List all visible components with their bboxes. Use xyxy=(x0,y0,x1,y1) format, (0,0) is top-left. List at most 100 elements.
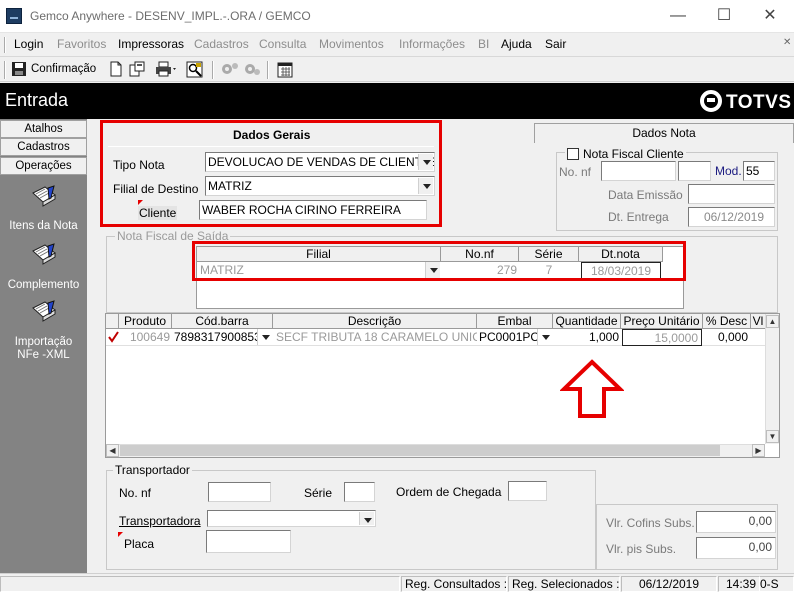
cell-embal[interactable]: PC0001PC xyxy=(477,329,553,346)
chevron-down-icon xyxy=(359,512,374,525)
sidebar-tab-cadastros[interactable]: Cadastros xyxy=(0,138,87,156)
cell-descricao[interactable]: SECF TRIBUTA 18 CARAMELO UNICO xyxy=(273,329,477,346)
status-time: 14:39 xyxy=(718,576,760,592)
no-nf-label: No. nf xyxy=(559,165,592,179)
scroll-left-icon[interactable]: ◀ xyxy=(106,444,119,457)
close-button[interactable]: ✕ xyxy=(747,0,793,32)
print-icon[interactable] xyxy=(155,61,177,78)
menu-sair[interactable]: Sair xyxy=(545,37,566,51)
placa-field[interactable] xyxy=(206,530,291,553)
maximize-button[interactable]: ☐ xyxy=(701,0,747,32)
gears-disabled-icon-2 xyxy=(243,61,261,78)
menu-cadastros[interactable]: Cadastros xyxy=(194,37,249,51)
tipo-nota-select[interactable]: DEVOLUCAO DE VENDAS DE CLIENTES xyxy=(205,152,435,172)
ordem-chegada-field[interactable] xyxy=(508,481,547,501)
items-header-cod-barra: Cód.barra xyxy=(172,314,273,329)
status-bar: Reg. Consultados : 1 Reg. Selecionados :… xyxy=(0,573,794,592)
chevron-down-icon xyxy=(418,154,433,170)
nf-cliente-group-title: Nota Fiscal Cliente xyxy=(565,147,686,161)
menu-login[interactable]: Login xyxy=(14,37,43,51)
title-bar: Gemco Anywhere - DESENV_IMPL.-.ORA / GEM… xyxy=(0,0,794,33)
required-marker xyxy=(138,200,143,205)
new-document-icon[interactable] xyxy=(108,61,126,78)
copy-document-icon[interactable] xyxy=(128,61,146,78)
header-band: Entrada TOTVS xyxy=(0,83,794,119)
document-pen-icon xyxy=(30,185,58,213)
transp-serie-field[interactable] xyxy=(344,482,375,502)
menu-bar: Login Favoritos Impressoras Cadastros Co… xyxy=(0,33,794,57)
menu-consulta[interactable]: Consulta xyxy=(259,37,306,51)
cell-cod-barra[interactable]: 7898317900853 xyxy=(172,329,273,346)
main-panel: Dados Nota Dados Gerais Tipo Nota DEVOLU… xyxy=(88,119,794,573)
transportadora-label[interactable]: Transportadora xyxy=(119,514,201,528)
status-selecionados: Reg. Selecionados : 1 xyxy=(508,576,620,592)
sidebar-item-itens-da-nota[interactable]: Itens da Nota xyxy=(0,185,87,235)
status-message xyxy=(0,576,400,592)
cell-desc[interactable]: 0,000 xyxy=(703,329,751,346)
filial-destino-label: Filial de Destino xyxy=(113,182,199,196)
scroll-thumb[interactable] xyxy=(120,445,720,456)
tab-dados-nota[interactable]: Dados Nota xyxy=(534,123,794,143)
row-edit-icon xyxy=(108,331,119,344)
menu-close-icon[interactable]: ✕ xyxy=(783,37,791,51)
menu-ajuda[interactable]: Ajuda xyxy=(501,37,532,51)
status-consultados: Reg. Consultados : 1 xyxy=(401,576,507,592)
items-header-descricao: Descrição xyxy=(273,314,477,329)
items-header-embal: Embal xyxy=(477,314,553,329)
scroll-right-icon[interactable]: ▶ xyxy=(752,444,765,457)
toolbar: Confirmação xyxy=(0,58,794,82)
scroll-down-icon[interactable]: ▼ xyxy=(766,430,779,443)
save-icon[interactable] xyxy=(11,61,29,78)
no-nf-field[interactable] xyxy=(601,161,676,181)
tab-dados-gerais[interactable]: Dados Gerais xyxy=(233,128,310,142)
sidebar-item-complemento[interactable]: Complemento xyxy=(0,243,87,293)
dt-entrega-label: Dt. Entrega xyxy=(608,210,669,224)
cell-produto[interactable]: 100649 xyxy=(119,329,172,346)
dt-entrega-field[interactable]: 06/12/2019 xyxy=(688,207,775,227)
mod-field[interactable]: 55 xyxy=(743,161,775,181)
menu-bi[interactable]: BI xyxy=(478,37,489,51)
cliente-label[interactable]: Cliente xyxy=(138,206,178,220)
app-icon xyxy=(6,8,22,24)
tipo-nota-label: Tipo Nota xyxy=(113,158,165,172)
data-emissao-field[interactable] xyxy=(688,184,775,204)
menu-movimentos[interactable]: Movimentos xyxy=(319,37,384,51)
sidebar-tab-operacoes[interactable]: Operações xyxy=(0,157,87,175)
cliente-field[interactable]: WABER ROCHA CIRINO FERREIRA xyxy=(199,200,427,220)
menu-impressoras[interactable]: Impressoras xyxy=(118,37,184,51)
minimize-button[interactable]: — xyxy=(655,0,701,32)
cell-quantidade[interactable]: 1,000 xyxy=(553,329,621,346)
totvs-logo-icon xyxy=(700,90,722,112)
menu-informacoes[interactable]: Informações xyxy=(399,37,465,51)
items-header-preco: Preço Unitário xyxy=(621,314,703,329)
nf-saida-highlight xyxy=(192,241,686,281)
totvs-logo: TOTVS xyxy=(700,90,792,114)
menu-favoritos[interactable]: Favoritos xyxy=(57,37,106,51)
screen-title: Entrada xyxy=(5,90,69,110)
transportadora-select[interactable] xyxy=(207,510,376,527)
search-icon[interactable] xyxy=(186,61,204,78)
calendar-icon[interactable] xyxy=(277,61,295,78)
confirm-button[interactable]: Confirmação xyxy=(31,63,96,75)
pis-field[interactable]: 0,00 xyxy=(696,537,776,559)
cell-preco-unitario[interactable]: 15,0000 xyxy=(622,329,702,346)
chevron-down-icon xyxy=(537,329,552,345)
mod-label: Mod. xyxy=(715,164,742,178)
sidebar-tab-atalhos[interactable]: Atalhos xyxy=(0,120,87,138)
required-marker xyxy=(118,532,123,537)
no-nf-extra-field[interactable] xyxy=(678,161,711,181)
transp-no-nf-field[interactable] xyxy=(208,482,271,502)
scroll-up-icon[interactable]: ▲ xyxy=(766,315,779,328)
chevron-down-icon xyxy=(418,178,433,194)
transp-serie-label: Série xyxy=(304,486,333,500)
nf-cliente-checkbox[interactable] xyxy=(567,148,579,160)
sidebar-item-importacao-nfe[interactable]: Importação NFe -XML xyxy=(0,300,87,362)
filial-destino-select[interactable]: MATRIZ xyxy=(205,176,435,196)
cofins-field[interactable]: 0,00 xyxy=(696,511,776,533)
items-vertical-scrollbar[interactable] xyxy=(765,314,779,444)
red-arrow-annotation-icon xyxy=(559,359,625,419)
items-header-desc: % Desc xyxy=(703,314,751,329)
items-header-produto: Produto xyxy=(119,314,172,329)
items-header-vl: Vl xyxy=(751,314,766,329)
ordem-chegada-label: Ordem de Chegada xyxy=(396,485,502,499)
